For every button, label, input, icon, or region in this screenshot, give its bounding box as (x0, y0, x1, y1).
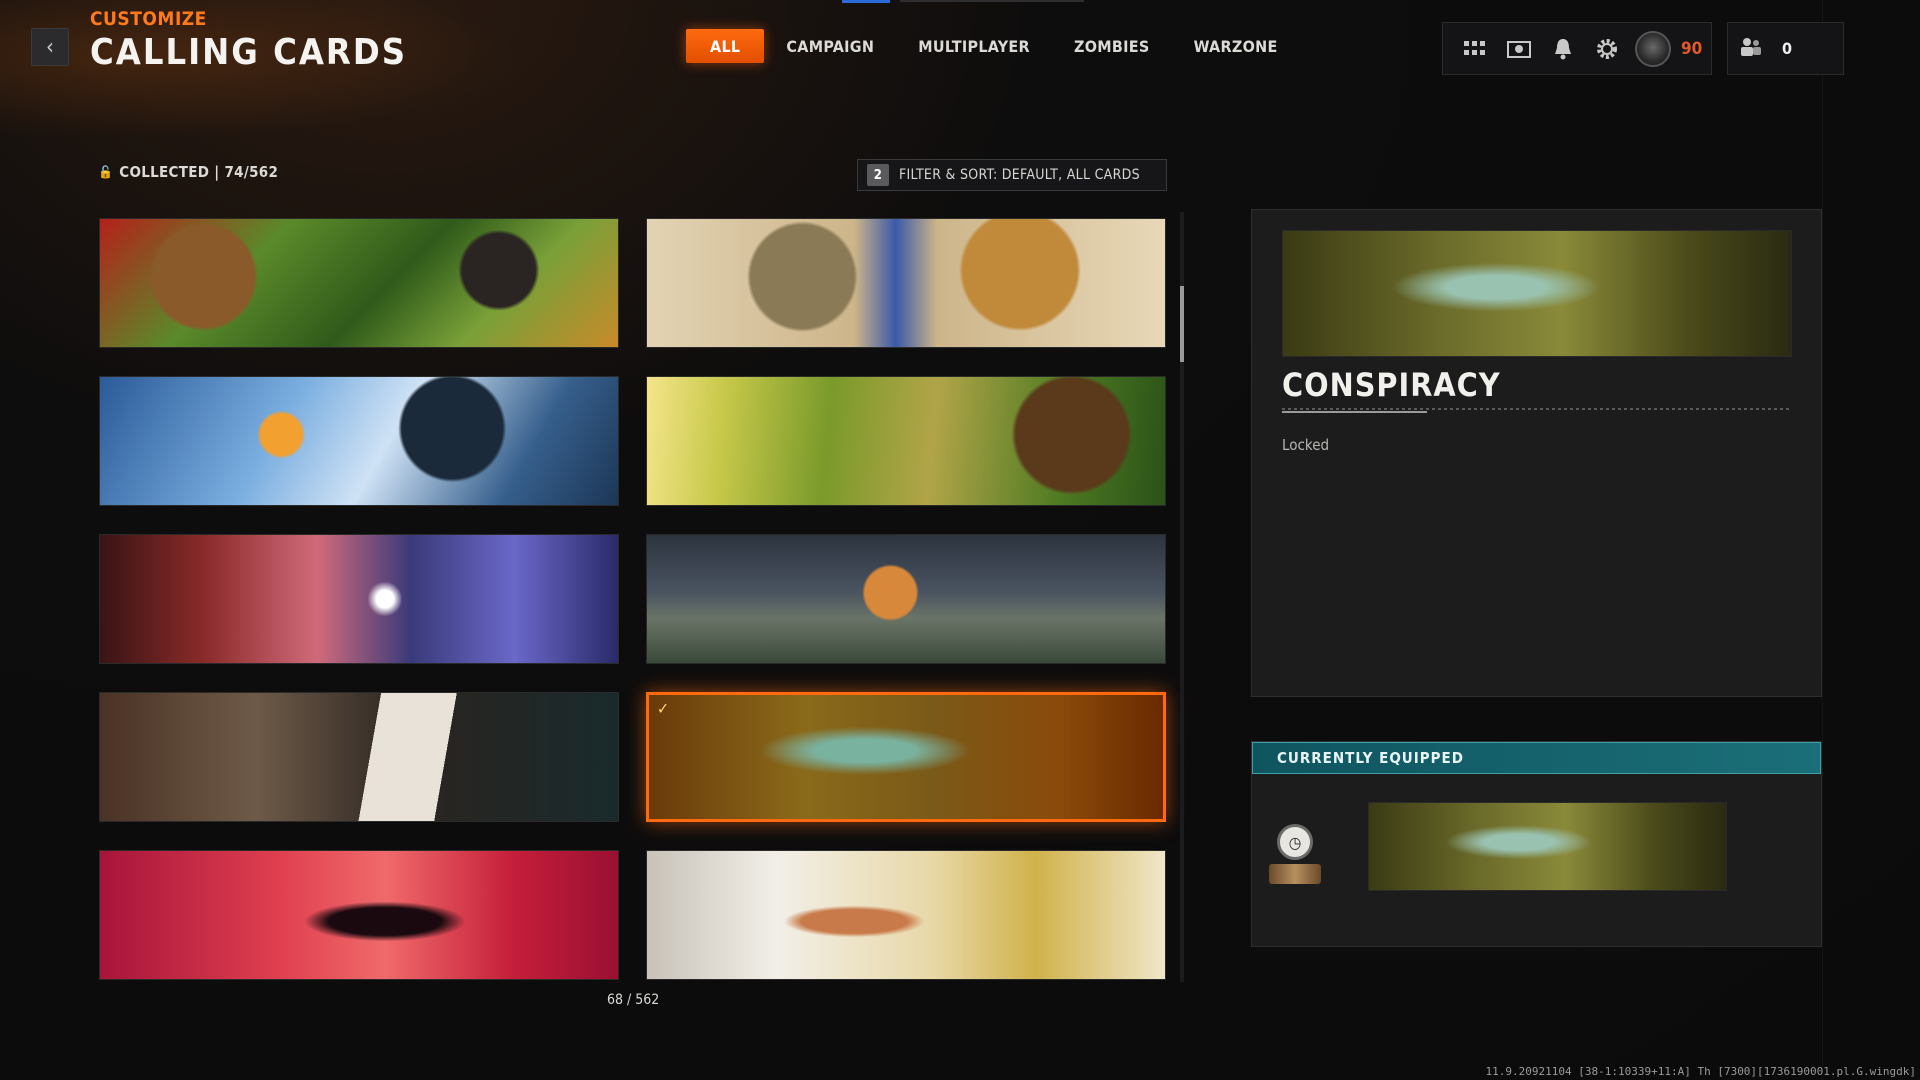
clock-emblem-icon: ◷ (1266, 824, 1324, 890)
currently-equipped-panel: CURRENTLY EQUIPPED ◷ (1251, 741, 1822, 947)
filter-key-badge: 2 (867, 164, 889, 186)
store-icon[interactable] (1497, 27, 1541, 71)
calling-card[interactable] (646, 850, 1166, 980)
detail-card-art (1282, 230, 1792, 357)
top-indicator (842, 0, 890, 3)
card-art (647, 219, 1165, 347)
tab-zombies[interactable]: ZOMBIES (1052, 29, 1172, 63)
collected-counter: 🔓 COLLECTED | 74/562 (98, 163, 278, 181)
lock-icon: 🔓 (98, 165, 114, 179)
card-position-counter: 68 / 562 (607, 992, 660, 1008)
card-art (100, 377, 618, 505)
category-tabs: ALL CAMPAIGN MULTIPLAYER ZOMBIES WARZONE (686, 29, 1300, 63)
equipped-header: CURRENTLY EQUIPPED (1252, 742, 1821, 774)
bell-icon[interactable] (1541, 27, 1585, 71)
build-version: 11.9.20921104 [38-1:10339+11:A] Th [7300… (1485, 1065, 1916, 1078)
page-title: CALLING CARDS (90, 32, 408, 73)
calling-card-grid: ✓ (99, 218, 1168, 980)
party-box[interactable]: 0 (1727, 22, 1844, 75)
calling-card-selected[interactable]: ✓ (646, 692, 1166, 822)
calling-card[interactable] (99, 850, 619, 980)
calling-card[interactable] (99, 534, 619, 664)
card-art (647, 377, 1165, 505)
rank-value: 90 (1681, 38, 1703, 59)
card-art (647, 851, 1165, 979)
filter-sort-label: FILTER & SORT: DEFAULT, ALL CARDS (899, 167, 1140, 183)
card-art (100, 693, 618, 821)
checkmark-icon: ✓ (657, 699, 670, 718)
filter-sort-button[interactable]: 2 FILTER & SORT: DEFAULT, ALL CARDS (857, 159, 1167, 191)
hud-icon-bar: 90 (1442, 22, 1712, 75)
tab-multiplayer[interactable]: MULTIPLAYER (896, 29, 1052, 63)
card-art (100, 851, 618, 979)
rank-emblem[interactable] (1635, 30, 1671, 67)
card-name: CONSPIRACY (1282, 366, 1501, 404)
calling-card[interactable] (646, 376, 1166, 506)
detail-progress-bar (1282, 411, 1427, 413)
page-title-block: CUSTOMIZE CALLING CARDS (90, 8, 407, 73)
gear-icon[interactable] (1585, 27, 1629, 71)
grid-menu-icon[interactable] (1453, 27, 1497, 71)
calling-card[interactable] (99, 376, 619, 506)
card-status: Locked (1282, 436, 1330, 454)
collected-text: COLLECTED | 74/562 (119, 163, 279, 181)
scrollbar-thumb[interactable] (1180, 286, 1184, 362)
card-art (100, 219, 618, 347)
calling-card[interactable] (646, 218, 1166, 348)
grid-scrollbar[interactable] (1180, 212, 1184, 982)
back-button[interactable]: ‹ (31, 28, 69, 66)
party-icon (1740, 36, 1762, 62)
card-art (100, 535, 618, 663)
chevron-left-icon: ‹ (46, 34, 54, 60)
page-subtitle: CUSTOMIZE (90, 8, 207, 30)
equipped-calling-card (1368, 802, 1727, 891)
card-detail-panel: CONSPIRACY Locked (1251, 209, 1822, 697)
top-indicator-track (900, 0, 1084, 2)
party-count: 0 (1782, 39, 1793, 58)
calling-card[interactable] (646, 534, 1166, 664)
card-art (649, 695, 1163, 819)
card-art (647, 535, 1165, 663)
tab-all[interactable]: ALL (686, 29, 765, 63)
tab-campaign[interactable]: CAMPAIGN (764, 29, 896, 63)
calling-card[interactable] (99, 692, 619, 822)
calling-card[interactable] (99, 218, 619, 348)
background-line (1822, 0, 1823, 1080)
tab-warzone[interactable]: WARZONE (1172, 29, 1300, 63)
detail-divider (1282, 408, 1792, 410)
